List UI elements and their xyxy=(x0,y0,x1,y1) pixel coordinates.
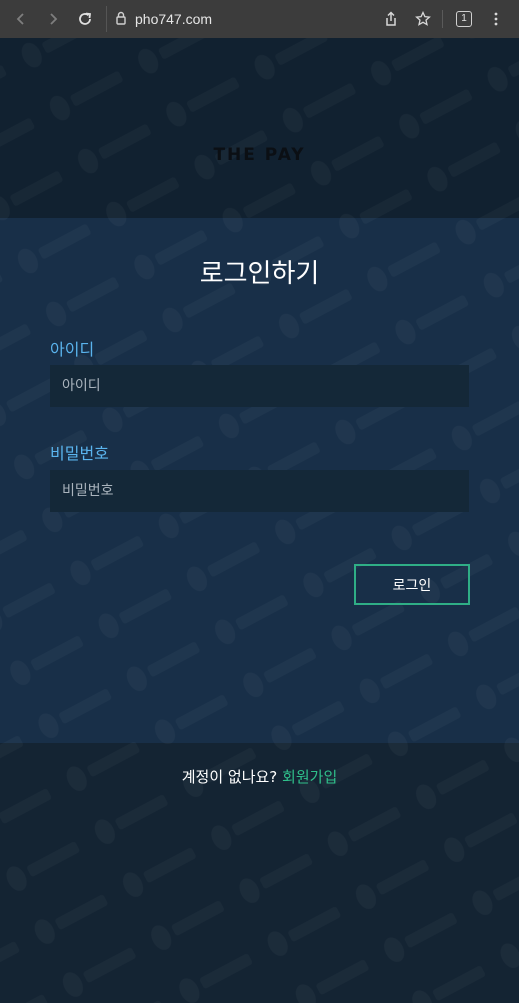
bookmark-star-icon[interactable] xyxy=(410,6,436,32)
logo-area xyxy=(0,38,519,218)
id-label: 아이디 xyxy=(50,340,95,359)
page: THE PAY 로그인하기 아이디 비밀번호 로그인 계정이 없나요? 회원가입 xyxy=(0,38,519,1003)
share-icon[interactable] xyxy=(378,6,404,32)
browser-toolbar: pho747.com 1 xyxy=(0,0,519,38)
tab-count-icon[interactable]: 1 xyxy=(451,6,477,32)
signup-link[interactable]: 회원가입 xyxy=(282,768,337,786)
signup-prompt: 계정이 없나요? xyxy=(181,768,283,786)
back-icon[interactable] xyxy=(8,6,34,32)
password-label: 비밀번호 xyxy=(50,444,109,463)
brand-logo: THE PAY xyxy=(213,145,306,165)
url-text[interactable]: pho747.com xyxy=(135,11,212,27)
password-input[interactable] xyxy=(50,470,469,512)
id-input[interactable] xyxy=(50,365,469,407)
menu-icon[interactable] xyxy=(483,6,509,32)
login-button[interactable]: 로그인 xyxy=(354,564,470,605)
forward-icon[interactable] xyxy=(40,6,66,32)
page-title: 로그인하기 xyxy=(199,259,320,289)
address-bar[interactable]: pho747.com xyxy=(106,6,374,32)
reload-icon[interactable] xyxy=(72,6,98,32)
signup-row: 계정이 없나요? 회원가입 xyxy=(0,766,519,787)
site-info-icon[interactable] xyxy=(115,10,127,29)
toolbar-divider xyxy=(442,10,443,28)
